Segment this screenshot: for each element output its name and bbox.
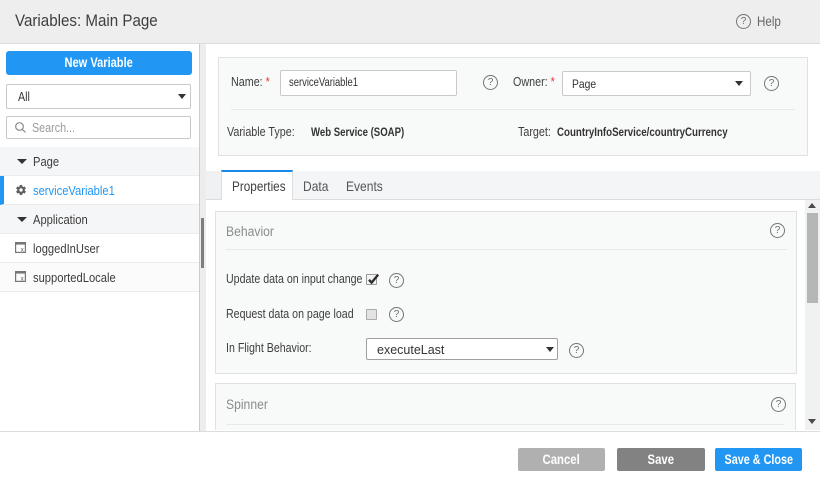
svg-text:x: x — [21, 277, 24, 282]
svg-text:x: x — [21, 248, 24, 253]
